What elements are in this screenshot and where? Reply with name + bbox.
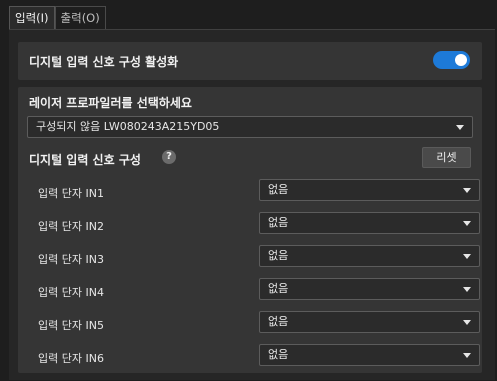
enable-digital-input-label: 디지털 입력 신호 구성 활성화	[29, 55, 179, 69]
chevron-down-icon	[463, 320, 471, 325]
input-terminal-select-in4[interactable]: 없음	[259, 278, 480, 300]
input-terminal-label-in3: 입력 단자 IN3	[38, 253, 104, 266]
toggle-knob	[455, 54, 467, 66]
select-value: 없음	[268, 282, 289, 295]
input-terminal-select-in1[interactable]: 없음	[259, 179, 480, 201]
select-value: 없음	[268, 315, 289, 328]
tab-input[interactable]: 입력(I)	[9, 6, 55, 30]
chevron-down-icon	[463, 188, 471, 193]
select-value: 없음	[268, 348, 289, 361]
input-terminal-label-in1: 입력 단자 IN1	[38, 187, 104, 200]
select-value: 없음	[268, 216, 289, 229]
input-terminal-label-in2: 입력 단자 IN2	[38, 220, 104, 233]
enable-digital-input-card: 디지털 입력 신호 구성 활성화	[18, 42, 482, 80]
chevron-down-icon	[456, 125, 464, 130]
profiler-select-heading: 레이저 프로파일러를 선택하세요	[29, 96, 192, 110]
signal-config-heading: 디지털 입력 신호 구성	[29, 153, 141, 167]
profiler-select[interactable]: 구성되지 않음 LW080243A215YD05	[27, 116, 473, 138]
select-value: 없음	[268, 183, 289, 196]
input-terminal-label-in4: 입력 단자 IN4	[38, 286, 104, 299]
chevron-down-icon	[463, 287, 471, 292]
tab-bar: 입력(I) 출력(O)	[9, 6, 106, 30]
signal-config-card: 레이저 프로파일러를 선택하세요 구성되지 않음 LW080243A215YD0…	[18, 87, 482, 373]
input-settings-panel: 디지털 입력 신호 구성 활성화 레이저 프로파일러를 선택하세요 구성되지 않…	[9, 29, 495, 380]
chevron-down-icon	[463, 353, 471, 358]
tab-output[interactable]: 출력(O)	[54, 6, 106, 29]
input-terminal-label-in6: 입력 단자 IN6	[38, 352, 104, 365]
help-icon[interactable]: ?	[162, 150, 176, 164]
chevron-down-icon	[463, 221, 471, 226]
select-value: 없음	[268, 249, 289, 262]
input-terminal-select-in5[interactable]: 없음	[259, 311, 480, 333]
input-terminal-label-in5: 입력 단자 IN5	[38, 319, 104, 332]
chevron-down-icon	[463, 254, 471, 259]
input-terminal-select-in2[interactable]: 없음	[259, 212, 480, 234]
enable-digital-input-toggle[interactable]	[433, 51, 470, 69]
reset-button[interactable]: 리셋	[422, 147, 471, 168]
input-terminal-select-in6[interactable]: 없음	[259, 344, 480, 366]
profiler-select-value: 구성되지 않음 LW080243A215YD05	[36, 120, 220, 133]
input-terminal-select-in3[interactable]: 없음	[259, 245, 480, 267]
